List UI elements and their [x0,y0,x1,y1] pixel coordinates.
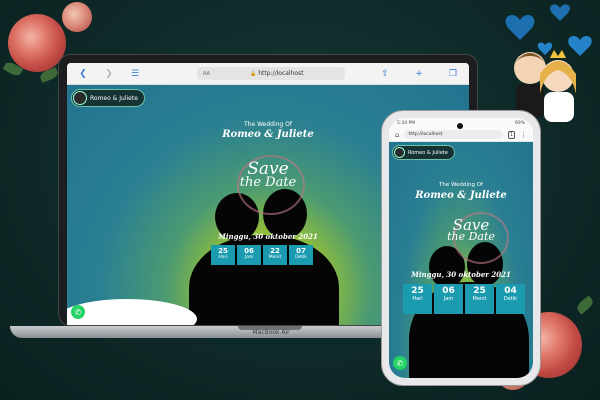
whatsapp-icon[interactable]: ✆ [393,356,407,370]
countdown-value: 06 [442,286,455,296]
lock-icon: 🔒 [249,70,257,77]
tabs-icon[interactable]: 1 [507,130,515,139]
rose-bud-top-left [62,2,92,32]
leaf-decoration [574,295,596,315]
event-date: Minggu, 30 oktober 2021 [411,270,511,279]
music-disc-icon[interactable] [394,147,405,158]
couple-badge-label: Romeo & Juliete [408,149,448,156]
laptop-brand-label: MacBook Air [252,329,290,336]
countdown-value: 25 [411,286,424,296]
phone-url-text: http://localhost [408,132,443,137]
countdown-box: 07 Detik [289,245,313,265]
text-size-button[interactable]: AA [203,71,210,77]
phone-camera [457,123,463,129]
countdown-box: 06 Jam [434,284,463,314]
phone-browser-window: 5:34 PM 69% ⌂ http://localhost 1 ⋮ Romeo… [389,118,533,378]
whatsapp-icon[interactable]: ✆ [71,305,85,319]
plus-icon[interactable]: + [413,69,425,79]
couple-names: Romeo & Juliete [415,190,507,201]
the-date-text: the Date [447,230,495,244]
url-text: http://localhost [258,70,304,77]
countdown-box: 25 Hari [211,245,235,265]
back-chevron-icon[interactable]: ❮ [77,69,89,79]
countdown-label: Jam [244,255,254,260]
couple-badge-label: Romeo & Juliete [90,94,138,102]
phone-device: 5:34 PM 69% ⌂ http://localhost 1 ⋮ Romeo… [381,110,541,386]
countdown-label: Menit [472,296,487,302]
book-icon[interactable]: ☰ [129,69,141,79]
home-icon[interactable]: ⌂ [395,131,399,139]
forward-chevron-icon[interactable]: ❯ [103,69,115,79]
countdown-value: 07 [296,247,306,255]
tabs-icon[interactable]: ❐ [447,69,459,79]
countdown-box: 22 Menit [263,245,287,265]
couple-badge[interactable]: Romeo & Juliete [71,89,145,107]
countdown-timer: 25 Hari 06 Jam 25 Menit 04 Detik [403,284,525,314]
menu-icon[interactable]: ⋮ [520,131,527,139]
save-the-date-title: Save the Date [389,217,533,244]
countdown-label: Detik [503,296,518,302]
share-icon[interactable]: ⇧ [379,69,391,79]
address-bar[interactable]: AA 🔒 http://localhost [197,67,345,80]
countdown-value: 22 [270,247,280,255]
countdown-timer: 25 Hari 06 Jam 22 Menit 07 Detik [211,245,313,265]
phone-address-bar[interactable]: http://localhost [404,130,503,139]
battery-level: 69% [514,120,525,126]
countdown-value: 25 [218,247,228,255]
music-disc-icon[interactable] [73,91,87,105]
status-time: 5:34 PM [397,120,416,126]
countdown-label: Hari [412,296,423,302]
wedding-of-label: The Wedding Of [439,182,483,188]
countdown-value: 25 [473,286,486,296]
phone-invitation-page: Romeo & Juliete The Wedding Of Romeo & J… [389,142,533,378]
countdown-value: 06 [244,247,254,255]
white-wave-decoration [67,299,197,325]
countdown-label: Hari [218,255,228,260]
countdown-box: 25 Hari [403,284,432,314]
countdown-value: 04 [504,286,517,296]
phone-address-bar-row: ⌂ http://localhost 1 ⋮ [389,128,533,142]
countdown-box: 25 Menit [465,284,494,314]
countdown-box: 06 Jam [237,245,261,265]
countdown-box: 04 Detik [496,284,525,314]
countdown-label: Jam [443,296,454,302]
countdown-label: Detik [295,255,307,260]
browser-toolbar: ❮ ❯ ☰ AA 🔒 http://localhost ⇧ + ❐ [67,63,469,85]
couple-badge[interactable]: Romeo & Juliete [392,145,455,160]
countdown-label: Menit [268,255,282,260]
